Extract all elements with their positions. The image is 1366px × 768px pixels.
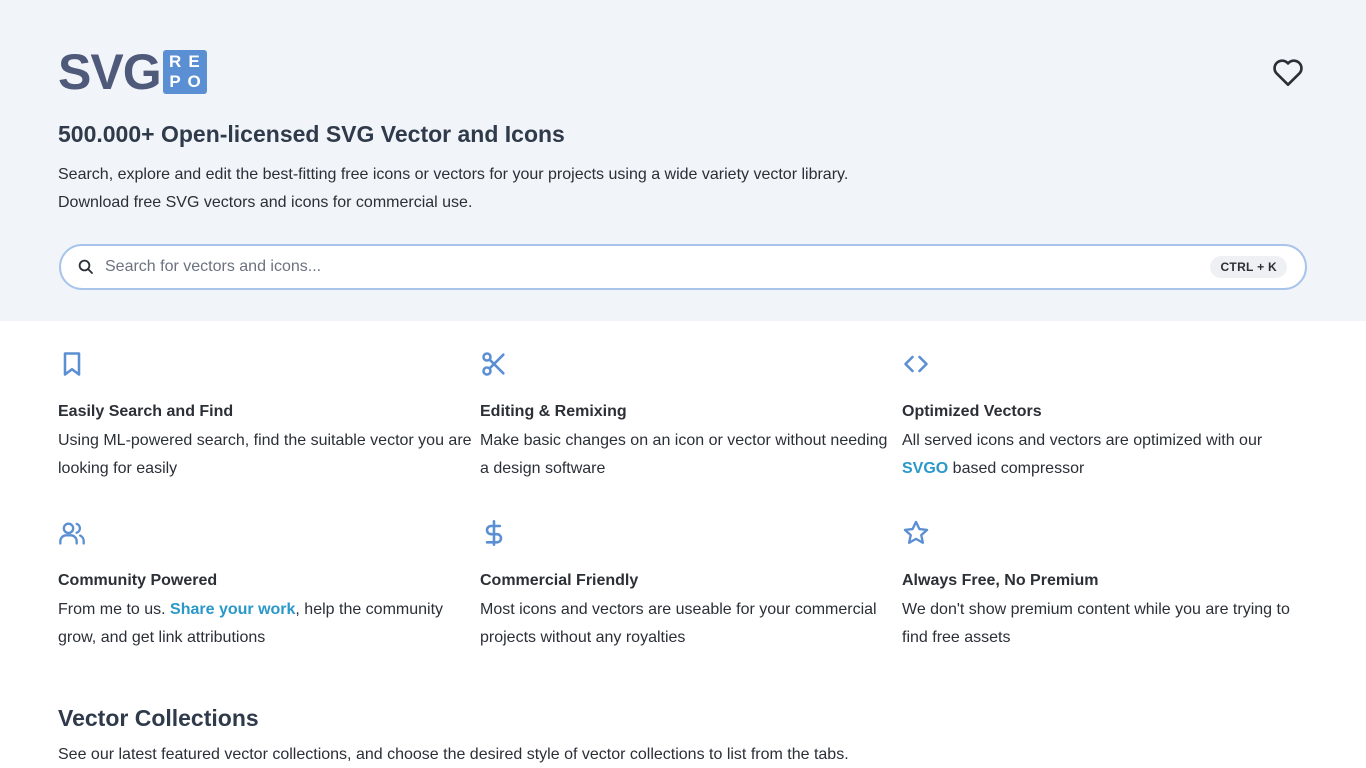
feature-title: Optimized Vectors	[902, 403, 1042, 420]
feature-card: Community Powered From me to us. Share y…	[58, 519, 480, 652]
feature-text-part: All served icons and vectors are optimiz…	[902, 432, 1263, 449]
feature-title: Editing & Remixing	[480, 403, 627, 420]
bookmark-icon	[63, 352, 81, 376]
feature-card: Commercial Friendly Most icons and vecto…	[480, 519, 902, 652]
logo[interactable]: SVG R E P O	[58, 44, 207, 100]
search-input[interactable]	[105, 258, 1211, 276]
svgo-link[interactable]: SVGO	[902, 460, 948, 477]
users-icon	[59, 522, 85, 545]
logo-letter: P	[169, 72, 181, 91]
features-grid: Easily Search and Find Using ML-powered …	[58, 350, 1308, 652]
dollar-icon	[485, 520, 503, 546]
page-title: 500.000+ Open-licensed SVG Vector and Ic…	[58, 121, 565, 147]
feature-text: Most icons and vectors are useable for y…	[480, 601, 877, 646]
feature-card: Editing & Remixing Make basic changes on…	[480, 350, 902, 483]
feature-text: Make basic changes on an icon or vector …	[480, 432, 888, 477]
feature-text: We don't show premium content while you …	[902, 601, 1290, 646]
keyboard-shortcut-badge: CTRL + K	[1210, 256, 1287, 278]
section-title: Vector Collections	[58, 705, 259, 731]
logo-letter: E	[188, 52, 200, 71]
search-bar[interactable]: CTRL + K	[59, 244, 1307, 290]
feature-text: Using ML-powered search, find the suitab…	[58, 432, 472, 477]
feature-card: Always Free, No Premium We don't show pr…	[902, 519, 1308, 652]
section-description: See our latest featured vector collectio…	[58, 746, 849, 763]
hero-desc-line: Search, explore and edit the best-fittin…	[58, 166, 849, 183]
feature-title: Community Powered	[58, 572, 218, 589]
feature-card: Optimized Vectors All served icons and v…	[902, 350, 1308, 483]
share-your-work-link[interactable]: Share your work	[170, 601, 295, 618]
feature-text-part: From me to us.	[58, 601, 171, 618]
hero-description: Search, explore and edit the best-fittin…	[58, 161, 848, 217]
feature-text: From me to us. Share your work, help the…	[58, 596, 480, 652]
feature-text: All served icons and vectors are optimiz…	[902, 427, 1308, 483]
logo-letter: O	[187, 72, 201, 91]
hero-desc-line: Download free SVG vectors and icons for …	[58, 194, 473, 211]
logo-letter: R	[168, 52, 182, 71]
logo-repo-box: R E P O	[162, 50, 207, 94]
scissors-icon	[482, 352, 505, 376]
feature-title: Always Free, No Premium	[902, 572, 1099, 589]
feature-title: Easily Search and Find	[58, 403, 234, 420]
vector-collections-section: Vector Collections See our latest featur…	[58, 705, 849, 764]
star-icon	[903, 520, 929, 544]
search-icon	[78, 259, 93, 274]
code-icon	[904, 355, 928, 373]
hero-section: SVG R E P O 500.000+ Open-licensed SVG V…	[0, 0, 1366, 321]
logo-text: SVG	[58, 44, 162, 100]
feature-card: Easily Search and Find Using ML-powered …	[58, 350, 480, 483]
feature-title: Commercial Friendly	[480, 572, 639, 589]
feature-text-part: based compressor	[948, 460, 1085, 477]
heart-icon[interactable]	[1272, 57, 1304, 87]
